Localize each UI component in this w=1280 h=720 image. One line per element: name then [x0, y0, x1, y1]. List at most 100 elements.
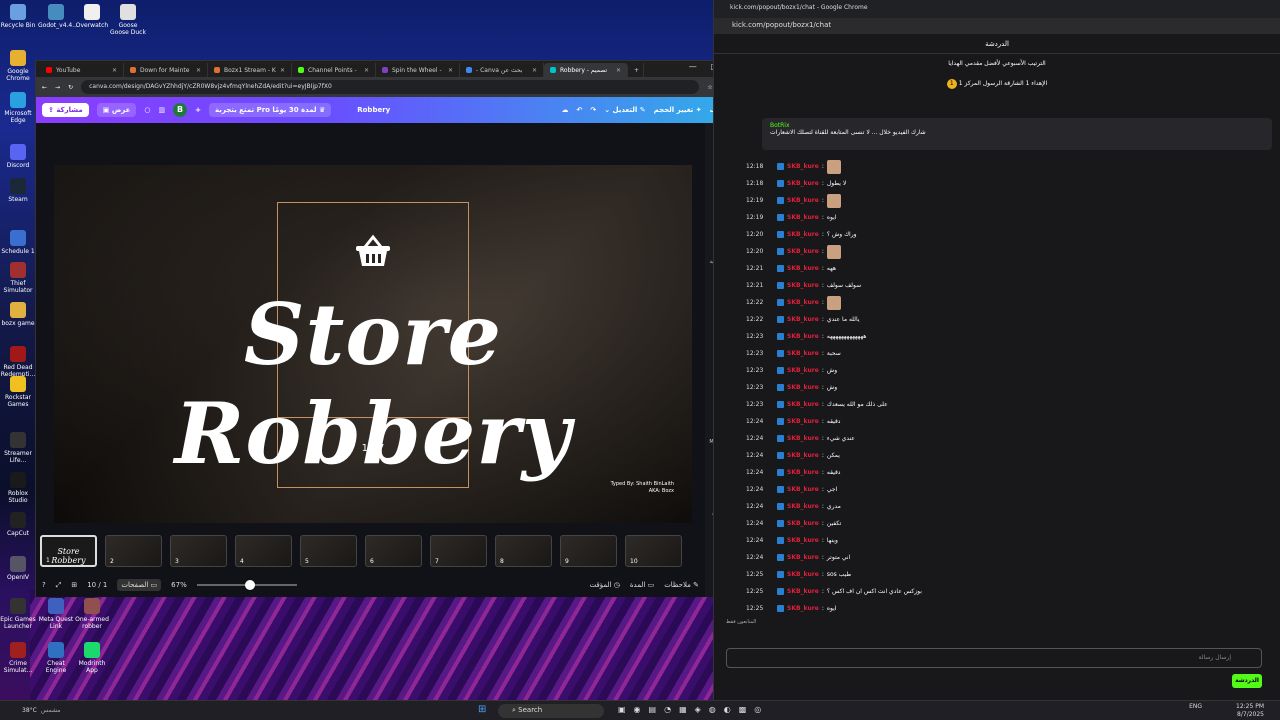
minimize-icon[interactable]: —: [689, 62, 697, 71]
slide-credit[interactable]: Typed By: Shaith BinLaith AKA: Bozx: [611, 481, 674, 495]
chat-message[interactable]: 12:22 SKB_kure: يالله ما عندي: [746, 311, 1266, 328]
url-field[interactable]: canva.com/design/DAGvYZhhdjY/cZR0W8vjz4v…: [81, 80, 700, 94]
chat-message[interactable]: 12:18 SKB_kure: لا يطول: [746, 175, 1266, 192]
desktop-icon[interactable]: Crime Simulat...: [0, 642, 36, 674]
message-user[interactable]: SKB_kure: [787, 197, 819, 204]
message-user[interactable]: SKB_kure: [787, 299, 819, 306]
message-user[interactable]: SKB_kure: [787, 537, 819, 544]
duration-button[interactable]: المدة ▭: [630, 581, 654, 589]
redo-icon[interactable]: ↷: [590, 106, 596, 114]
desktop-icon[interactable]: Streamer Life...: [0, 432, 36, 464]
taskbar-search[interactable]: ⌕ Search: [498, 704, 604, 718]
chat-message[interactable]: 12:24 SKB_kure: عندي شيء: [746, 430, 1266, 447]
browser-tab[interactable]: Robbery - تصميم ✕: [544, 63, 628, 77]
message-user[interactable]: SKB_kure: [787, 486, 819, 493]
new-tab-button[interactable]: +: [628, 63, 644, 77]
chat-message[interactable]: 12:20 SKB_kure: وراك وش ؟: [746, 226, 1266, 243]
browser-tab[interactable]: Down for Mainte ✕: [124, 63, 208, 77]
chat-message[interactable]: 12:24 SKB_kure: وينها: [746, 532, 1266, 549]
clock-date[interactable]: 8/7/2025: [1204, 711, 1264, 719]
browser-tab[interactable]: Channel Points - ✕: [292, 63, 376, 77]
desktop-icon[interactable]: Godot_v4.4...: [38, 4, 78, 29]
chat-message[interactable]: 12:23 SKB_kure: هههههههههههههه: [746, 328, 1266, 345]
browser-tab[interactable]: Bozx1 Stream - K ✕: [208, 63, 292, 77]
message-user[interactable]: SKB_kure: [787, 282, 819, 289]
slide-date[interactable]: 10-7: [277, 443, 469, 454]
pro-trial-button[interactable]: تمتع بتجربة Pro لمدة 30 يومًا ♛: [208, 103, 332, 117]
message-user[interactable]: SKB_kure: [787, 248, 819, 255]
page-thumbnail[interactable]: 4: [235, 535, 292, 567]
message-user[interactable]: SKB_kure: [787, 469, 819, 476]
message-user[interactable]: SKB_kure: [787, 418, 819, 425]
desktop-icon[interactable]: One-armed robber: [74, 598, 110, 630]
resize-menu[interactable]: تغيير الحجم ✦: [654, 106, 702, 114]
desktop-icon[interactable]: Thief Simulator: [0, 262, 36, 294]
desktop-icon[interactable]: OpenIV: [0, 556, 36, 581]
message-user[interactable]: SKB_kure: [787, 316, 819, 323]
cloud-icon[interactable]: ☁: [561, 106, 568, 114]
message-user[interactable]: SKB_kure: [787, 350, 819, 357]
message-user[interactable]: SKB_kure: [787, 401, 819, 408]
browser-tab[interactable]: - Canva بحث عن ✕: [460, 63, 544, 77]
avatar[interactable]: B: [173, 103, 188, 117]
chat-message[interactable]: 12:24 SKB_kure: اني متوتر: [746, 549, 1266, 566]
desktop-icon[interactable]: Steam: [0, 178, 36, 203]
page-thumbnail[interactable]: 3: [170, 535, 227, 567]
chat-message[interactable]: 12:24 SKB_kure: يمكن: [746, 447, 1266, 464]
chat-message[interactable]: 12:19 SKB_kure: ايوه: [746, 209, 1266, 226]
desktop-icon[interactable]: Goose Goose Duck: [110, 4, 146, 36]
help-icon[interactable]: ?: [42, 581, 46, 589]
analytics-icon[interactable]: ▥: [158, 106, 165, 114]
grid-view-icon[interactable]: ⊞: [71, 581, 77, 589]
tab-close-icon[interactable]: ✕: [616, 67, 621, 74]
chat-message[interactable]: 12:23 SKB_kure: على ذلك مو الله يسعدك: [746, 396, 1266, 413]
chat-send-button[interactable]: الدردشة: [1232, 674, 1262, 688]
chat-message[interactable]: 12:25 SKB_kure: ايوه: [746, 600, 1266, 617]
desktop-icon[interactable]: Modrinth App: [74, 642, 110, 674]
desktop-icon[interactable]: Epic Games Launcher: [0, 598, 36, 630]
page-thumbnail[interactable]: 6: [365, 535, 422, 567]
message-user[interactable]: SKB_kure: [787, 503, 819, 510]
chat-message[interactable]: 12:19 SKB_kure:: [746, 192, 1266, 209]
browser-tab[interactable]: Spin the Wheel - ✕: [376, 63, 460, 77]
desktop-icon[interactable]: Meta Quest Link: [38, 598, 74, 630]
start-icon[interactable]: ⊞: [478, 704, 486, 715]
zoom-slider[interactable]: [196, 580, 297, 590]
desktop-icon[interactable]: Cheat Engine: [38, 642, 74, 674]
chat-message[interactable]: 12:25 SKB_kure: sos طيب: [746, 566, 1266, 583]
chat-message[interactable]: 12:23 SKB_kure: وش: [746, 379, 1266, 396]
desktop-icon[interactable]: CapCut: [0, 512, 36, 537]
page-thumbnail[interactable]: 7: [430, 535, 487, 567]
message-user[interactable]: SKB_kure: [787, 520, 819, 527]
message-user[interactable]: SKB_kure: [787, 452, 819, 459]
chat-input[interactable]: إرسال رسالة: [726, 648, 1262, 668]
chat-message[interactable]: 12:22 SKB_kure:: [746, 294, 1266, 311]
message-user[interactable]: SKB_kure: [787, 163, 819, 170]
language[interactable]: ENG: [1189, 703, 1202, 710]
desktop-icon[interactable]: Red Dead Redempti...: [0, 346, 36, 378]
message-user[interactable]: SKB_kure: [787, 367, 819, 374]
desktop-icon[interactable]: Discord: [0, 144, 36, 169]
chat-message[interactable]: 12:25 SKB_kure: بوزكس عادي انت اكس ان اف ا…: [746, 583, 1266, 600]
page-thumbnail[interactable]: 10: [625, 535, 682, 567]
share-button[interactable]: ⇪ مشاركة: [42, 103, 89, 117]
present-button[interactable]: ▣ عرض: [96, 103, 137, 117]
chat-message[interactable]: 12:21 SKB_kure: ههه: [746, 260, 1266, 277]
clock-time[interactable]: 12:25 PM: [1204, 703, 1264, 711]
taskbar-apps[interactable]: ▣◉▤◔▦◈◍◐▩◎: [618, 705, 769, 714]
chat-message[interactable]: 12:24 SKB_kure: مدري: [746, 498, 1266, 515]
message-user[interactable]: SKB_kure: [787, 435, 819, 442]
fullscreen-icon[interactable]: ⤢: [56, 581, 62, 590]
weather-temp[interactable]: 38°C: [22, 707, 37, 714]
pages-button[interactable]: الصفحات ▭: [117, 579, 162, 591]
chat-message[interactable]: 12:20 SKB_kure:: [746, 243, 1266, 260]
notes-button[interactable]: ملاحظات ✎: [664, 581, 699, 589]
page-thumbnail[interactable]: 9: [560, 535, 617, 567]
desktop-icon[interactable]: Overwatch: [74, 4, 110, 29]
desktop-icon[interactable]: Rockstar Games: [0, 376, 36, 408]
forward-icon[interactable]: →: [55, 84, 60, 91]
desktop-icon[interactable]: bozx game: [0, 302, 36, 327]
leaderboard-row[interactable]: 1 الإهداء 1 الشارقة الرسول المركز 1: [724, 79, 1270, 89]
desktop-icon[interactable]: Roblox Studio: [0, 472, 36, 504]
pinned-message[interactable]: BotRix شارك الفيديو خلال ... لا تنسى الم…: [762, 118, 1272, 150]
